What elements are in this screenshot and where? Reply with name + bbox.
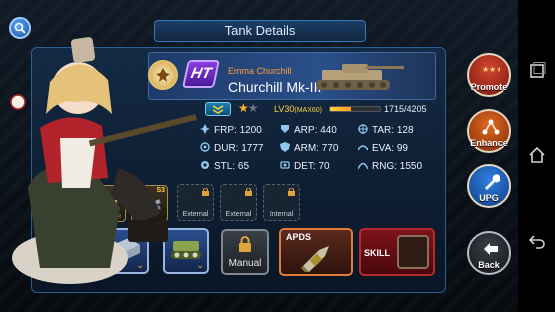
- share-nodes-icon: [482, 119, 500, 135]
- level-value: LV30: [274, 104, 295, 114]
- star-empty-icon: ★: [247, 101, 259, 115]
- evasion-icon: [358, 145, 368, 151]
- lock-icon: [202, 188, 209, 196]
- svg-text:★★★: ★★★: [482, 65, 500, 73]
- star-filled-icon: ★: [238, 101, 249, 115]
- stat-rng: RNG: 1550: [358, 160, 422, 172]
- system-back-icon[interactable]: [528, 232, 546, 250]
- manual-label: Manual: [228, 258, 262, 269]
- range-icon: [358, 162, 368, 170]
- stealth-icon: [201, 161, 209, 169]
- game-screen: Tank Details HT Emma Churchill Churchill…: [0, 0, 518, 312]
- enhance-button[interactable]: Enhance: [467, 109, 511, 153]
- back-button[interactable]: Back: [467, 231, 511, 275]
- slot-label: Internal: [269, 211, 294, 218]
- equipment-slot-internal[interactable]: Internal: [263, 184, 300, 221]
- exp-progress-fill: [330, 107, 351, 111]
- home-icon[interactable]: [528, 146, 546, 164]
- skill-button[interactable]: SKILL: [359, 228, 435, 276]
- armor-pierce-icon: [281, 125, 289, 133]
- stat-dur: DUR: 1777: [200, 142, 263, 154]
- stat-frp: FRP: 1200: [200, 124, 262, 136]
- stat-det: DET: 70: [280, 160, 330, 172]
- wrench-icon: [485, 174, 500, 190]
- armor-icon: [280, 142, 290, 152]
- manual-button[interactable]: Manual: [221, 229, 269, 275]
- exp-text: 1715/4205: [384, 104, 427, 114]
- stat-eva: EVA: 99: [358, 142, 408, 154]
- upg-button[interactable]: UPG: [467, 164, 511, 208]
- double-chevron-icon: [212, 105, 224, 114]
- equipment-slot-external-2[interactable]: External: [220, 184, 257, 221]
- detection-icon: [280, 161, 290, 169]
- lock-icon: [239, 236, 251, 252]
- slot-label: External: [225, 211, 252, 218]
- stat-stl: STL: 65: [200, 160, 249, 172]
- stat-tar: TAR: 128: [358, 124, 414, 136]
- durability-icon: [200, 142, 210, 152]
- shell-button[interactable]: APDS: [279, 228, 353, 276]
- target-icon: [358, 124, 368, 134]
- promote-label: Promote: [470, 82, 508, 92]
- exp-progress-bar: [329, 106, 381, 112]
- promote-button[interactable]: ★★★ Promote: [467, 53, 511, 97]
- skill-label: SKILL: [364, 248, 390, 258]
- lock-icon: [245, 188, 252, 196]
- firepower-icon: [200, 124, 210, 134]
- back-arrow-icon: [484, 243, 498, 255]
- rank-chevron-button[interactable]: [205, 102, 231, 116]
- back-label: Back: [478, 260, 500, 270]
- star-rating: ★★: [238, 101, 259, 115]
- recent-apps-icon[interactable]: [528, 62, 546, 80]
- three-stars-icon: ★★★: [482, 65, 500, 73]
- android-nav-bar: [518, 0, 555, 312]
- commander-name: Emma Churchill: [228, 66, 292, 76]
- lock-icon: [288, 188, 295, 196]
- upg-label: UPG: [479, 193, 499, 203]
- tank-level: LV30(MAX60): [274, 104, 322, 114]
- stat-arm: ARM: 770: [280, 142, 338, 154]
- tank-illustration: [316, 64, 404, 90]
- enhance-label: Enhance: [470, 138, 508, 148]
- stat-arp: ARP: 440: [280, 124, 337, 136]
- skill-slot: [397, 235, 429, 269]
- shell-label: APDS: [286, 232, 312, 242]
- level-max: (MAX60): [294, 107, 322, 114]
- commander-character-illustration: [10, 37, 198, 284]
- shell-icon: [301, 246, 329, 272]
